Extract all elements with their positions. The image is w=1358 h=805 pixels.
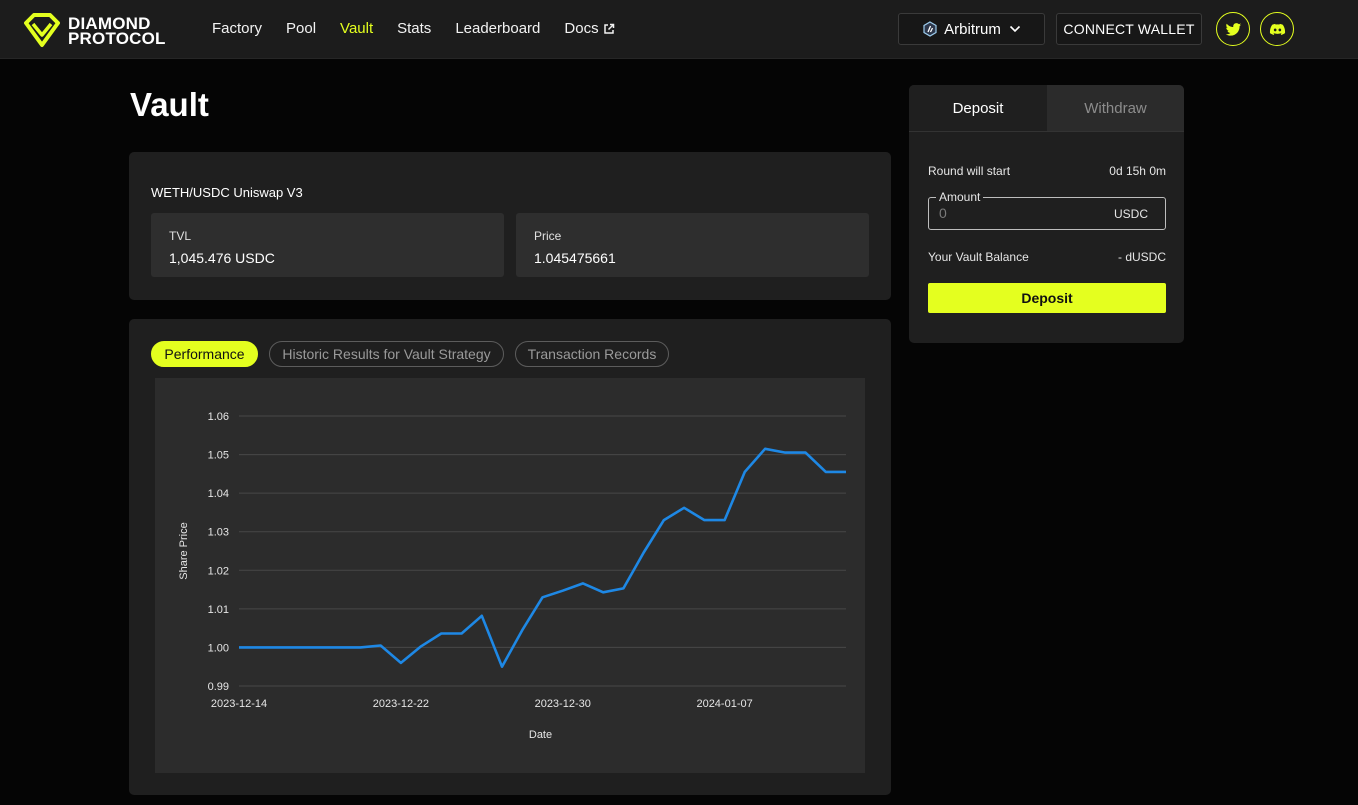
nav-pool[interactable]: Pool — [286, 20, 316, 37]
vault-summary-card: WETH/USDC Uniswap V3 TVL 1,045.476 USDC … — [129, 152, 891, 300]
connect-wallet-button[interactable]: CONNECT WALLET — [1056, 13, 1202, 45]
tab-historic-results[interactable]: Historic Results for Vault Strategy — [269, 341, 504, 367]
nav-vault[interactable]: Vault — [340, 20, 373, 37]
vault-balance-value: - dUSDC — [1117, 250, 1166, 264]
x-tick-label: 2024-01-07 — [696, 698, 752, 710]
x-axis-label: Date — [529, 729, 552, 741]
share-price-line — [239, 447, 846, 669]
y-tick-label: 1.05 — [208, 450, 229, 462]
tab-withdraw[interactable]: Withdraw — [1047, 85, 1184, 131]
deposit-panel: Deposit Withdraw Round will start 0d 15h… — [909, 85, 1184, 343]
amount-field: Amount USDC — [928, 190, 1166, 230]
nav-factory[interactable]: Factory — [212, 20, 262, 37]
tvl-box: TVL 1,045.476 USDC — [151, 213, 504, 277]
tvl-label: TVL — [169, 229, 192, 243]
x-tick-label: 2023-12-30 — [535, 698, 591, 710]
y-tick-label: 1.02 — [208, 565, 229, 577]
top-nav: DIAMOND PROTOCOL Factory Pool Vault Stat… — [0, 0, 1358, 59]
price-value: 1.045475661 — [534, 250, 616, 266]
y-tick-label: 1.04 — [208, 488, 229, 500]
round-countdown: 0d 15h 0m — [1109, 164, 1166, 178]
arbitrum-icon — [923, 21, 937, 37]
vault-pair-name: WETH/USDC Uniswap V3 — [151, 185, 303, 200]
amount-label: Amount — [936, 190, 984, 204]
y-tick-label: 1.06 — [208, 411, 229, 423]
discord-button[interactable] — [1260, 12, 1294, 46]
tab-transaction-records[interactable]: Transaction Records — [515, 341, 669, 367]
y-tick-label: 1.01 — [208, 604, 229, 616]
price-label: Price — [534, 229, 562, 243]
price-box: Price 1.045475661 — [516, 213, 869, 277]
chevron-down-icon — [1009, 25, 1020, 33]
external-link-icon — [603, 23, 614, 34]
y-tick-label: 1.03 — [208, 527, 229, 539]
share-price-chart: 0.99 1.00 1.01 1.02 1.03 1.04 1.05 1.06 2023-12-… — [155, 378, 865, 773]
tvl-value: 1,045.476 USDC — [169, 250, 275, 266]
y-tick-label: 0.99 — [208, 681, 229, 693]
page-title: Vault — [130, 86, 209, 123]
y-axis-label: Share Price — [178, 522, 190, 579]
panel-divider — [909, 131, 1184, 132]
vault-balance-label: Your Vault Balance — [928, 250, 1029, 264]
nav-docs-label: Docs — [564, 20, 599, 37]
x-tick-label: 2023-12-14 — [211, 698, 267, 710]
twitter-icon — [1225, 22, 1241, 36]
amount-input[interactable] — [939, 205, 1089, 221]
y-tick-label: 1.00 — [208, 642, 229, 654]
deposit-button[interactable]: Deposit — [928, 283, 1166, 313]
logo[interactable]: DIAMOND PROTOCOL — [22, 13, 166, 49]
discord-icon — [1269, 23, 1285, 35]
x-tick-label: 2023-12-22 — [373, 698, 429, 710]
nav-stats[interactable]: Stats — [397, 20, 431, 37]
logo-line-2: PROTOCOL — [68, 29, 166, 48]
network-selector[interactable]: Arbitrum — [898, 13, 1045, 45]
network-label: Arbitrum — [944, 20, 1001, 38]
performance-card: Performance Historic Results for Vault S… — [129, 319, 891, 795]
diamond-logo-icon — [24, 13, 60, 47]
share-price-chart-svg: 0.99 1.00 1.01 1.02 1.03 1.04 1.05 1.06 2023-12-… — [178, 411, 846, 741]
logo-text: DIAMOND PROTOCOL — [68, 15, 166, 48]
nav-docs[interactable]: Docs — [564, 20, 614, 37]
round-label: Round will start — [928, 164, 1011, 178]
tab-deposit[interactable]: Deposit — [909, 85, 1047, 131]
tab-performance[interactable]: Performance — [151, 341, 258, 367]
nav-leaderboard[interactable]: Leaderboard — [455, 20, 540, 37]
twitter-button[interactable] — [1216, 12, 1250, 46]
amount-unit: USDC — [1113, 207, 1148, 221]
nav-links: Factory Pool Vault Stats Leaderboard Doc… — [212, 20, 639, 37]
